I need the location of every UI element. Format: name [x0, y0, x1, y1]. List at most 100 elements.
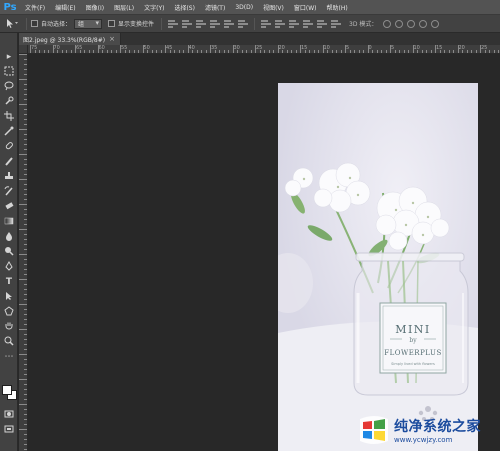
- ruler-tick: [331, 50, 333, 53]
- healing-brush-icon[interactable]: [3, 141, 15, 153]
- distribute-bottom-icon[interactable]: [288, 19, 300, 28]
- align-top-icon[interactable]: [167, 19, 179, 28]
- ruler-tick: [187, 45, 189, 53]
- align-left-icon[interactable]: [209, 19, 221, 28]
- ruler-tick: [24, 424, 27, 425]
- clone-stamp-icon[interactable]: [3, 171, 15, 183]
- ruler-tick: [399, 50, 400, 53]
- ruler-tick: [66, 50, 67, 53]
- align-right-icon[interactable]: [237, 19, 249, 28]
- ruler-tick: [354, 50, 355, 53]
- vertical-ruler[interactable]: [19, 54, 28, 451]
- move-tool-icon[interactable]: [2, 17, 22, 30]
- ruler-tick: [408, 50, 409, 53]
- menu-3d[interactable]: 3D(D): [230, 4, 258, 11]
- color-swatches[interactable]: [2, 385, 18, 401]
- menu-type[interactable]: 文字(Y): [139, 3, 169, 12]
- quick-select-icon[interactable]: [3, 96, 15, 108]
- ruler-tick: [24, 299, 27, 300]
- document-tab[interactable]: 图2.jpeg @ 33.3%(RGB/8#) ×: [19, 33, 121, 45]
- ruler-tick: [178, 50, 180, 53]
- ruler-corner[interactable]: [19, 45, 28, 54]
- menu-filter[interactable]: 滤镜(T): [200, 3, 230, 12]
- type-icon[interactable]: T: [3, 276, 15, 288]
- ruler-tick: [259, 50, 261, 53]
- ruler-tick: [24, 414, 27, 415]
- separator: [161, 17, 163, 30]
- menu-window[interactable]: 窗口(W): [289, 3, 322, 12]
- path-select-icon[interactable]: [3, 291, 15, 303]
- 3d-scale-icon[interactable]: [431, 19, 440, 28]
- zoom-icon[interactable]: [3, 336, 15, 348]
- document-image[interactable]: MINI by FLOWERPLUS Simply lived with flo…: [278, 83, 478, 451]
- 3d-rotate-icon[interactable]: [383, 19, 392, 28]
- ruler-tick: [24, 99, 27, 100]
- transform-controls-label: 显示变换控件: [118, 21, 155, 28]
- ruler-tick: [219, 50, 220, 53]
- ruler-tick: [165, 45, 166, 53]
- menu-layer[interactable]: 图层(L): [109, 3, 139, 12]
- close-icon[interactable]: ×: [109, 35, 115, 43]
- foreground-color[interactable]: [2, 385, 12, 395]
- windows-logo-icon: [358, 415, 390, 445]
- eraser-icon[interactable]: [3, 201, 15, 213]
- lasso-icon[interactable]: [3, 81, 15, 93]
- ruler-tick: [318, 50, 319, 53]
- pen-icon[interactable]: [3, 261, 15, 273]
- ruler-tick: [300, 45, 301, 53]
- align-vcenter-icon[interactable]: [181, 19, 193, 28]
- ruler-tick: [448, 50, 450, 53]
- ruler-tick: [102, 50, 103, 53]
- crop-icon[interactable]: [3, 111, 15, 123]
- menu-file[interactable]: 文件(F): [20, 3, 50, 12]
- ruler-tick: [282, 50, 283, 53]
- ruler-tick: [24, 444, 27, 445]
- ruler-tick: [403, 50, 405, 53]
- menu-select[interactable]: 选择(S): [169, 3, 200, 12]
- gradient-icon[interactable]: [3, 216, 15, 228]
- history-brush-icon[interactable]: [3, 186, 15, 198]
- align-bottom-icon[interactable]: [195, 19, 207, 28]
- horizontal-ruler[interactable]: 75 70 65 60 55 50 45 40 35 30 25 20 15 10 5 0 5 10 15 20 25: [28, 45, 500, 54]
- ruler-tick: [142, 45, 144, 53]
- brush-icon[interactable]: [3, 156, 15, 168]
- quick-mask-icon[interactable]: [3, 409, 15, 421]
- ruler-tick: [264, 50, 265, 53]
- ruler-tick: [430, 50, 432, 53]
- screen-mode-icon[interactable]: [3, 424, 15, 436]
- ruler-tick: [286, 50, 288, 53]
- blur-icon[interactable]: [3, 231, 15, 243]
- 3d-slide-icon[interactable]: [419, 19, 428, 28]
- distribute-left-icon[interactable]: [302, 19, 314, 28]
- distribute-vcenter-icon[interactable]: [274, 19, 286, 28]
- ruler-tick: [24, 289, 27, 290]
- menu-help[interactable]: 帮助(H): [322, 3, 353, 12]
- move-icon[interactable]: ▸: [3, 51, 15, 63]
- shape-icon[interactable]: [3, 306, 15, 318]
- distribute-top-icon[interactable]: [260, 19, 272, 28]
- auto-select-dropdown[interactable]: 组: [74, 18, 103, 29]
- distribute-right-icon[interactable]: [330, 19, 342, 28]
- 3d-roll-icon[interactable]: [395, 19, 404, 28]
- auto-select-checkbox[interactable]: [31, 20, 38, 27]
- 3d-pan-icon[interactable]: [407, 19, 416, 28]
- ruler-tick: [19, 354, 27, 355]
- align-hcenter-icon[interactable]: [223, 19, 235, 28]
- ruler-tick: [19, 329, 27, 330]
- ruler-tick: [43, 50, 45, 53]
- marquee-icon[interactable]: [3, 66, 15, 78]
- eyedropper-icon[interactable]: [3, 126, 15, 138]
- more-tools-icon[interactable]: ⋯: [3, 351, 15, 363]
- menu-view[interactable]: 视图(V): [258, 3, 289, 12]
- transform-controls-checkbox[interactable]: [108, 20, 116, 27]
- ruler-tick: [24, 84, 27, 85]
- distribute-hcenter-icon[interactable]: [316, 19, 328, 28]
- dodge-icon[interactable]: [3, 246, 15, 258]
- ruler-tick: [57, 50, 58, 53]
- menu-edit[interactable]: 编辑(E): [50, 3, 80, 12]
- ruler-tick: [24, 144, 27, 145]
- hand-icon[interactable]: [3, 321, 15, 333]
- ruler-tick: [475, 50, 477, 53]
- menu-image[interactable]: 图像(I): [81, 3, 109, 12]
- ruler-tick: [24, 339, 27, 340]
